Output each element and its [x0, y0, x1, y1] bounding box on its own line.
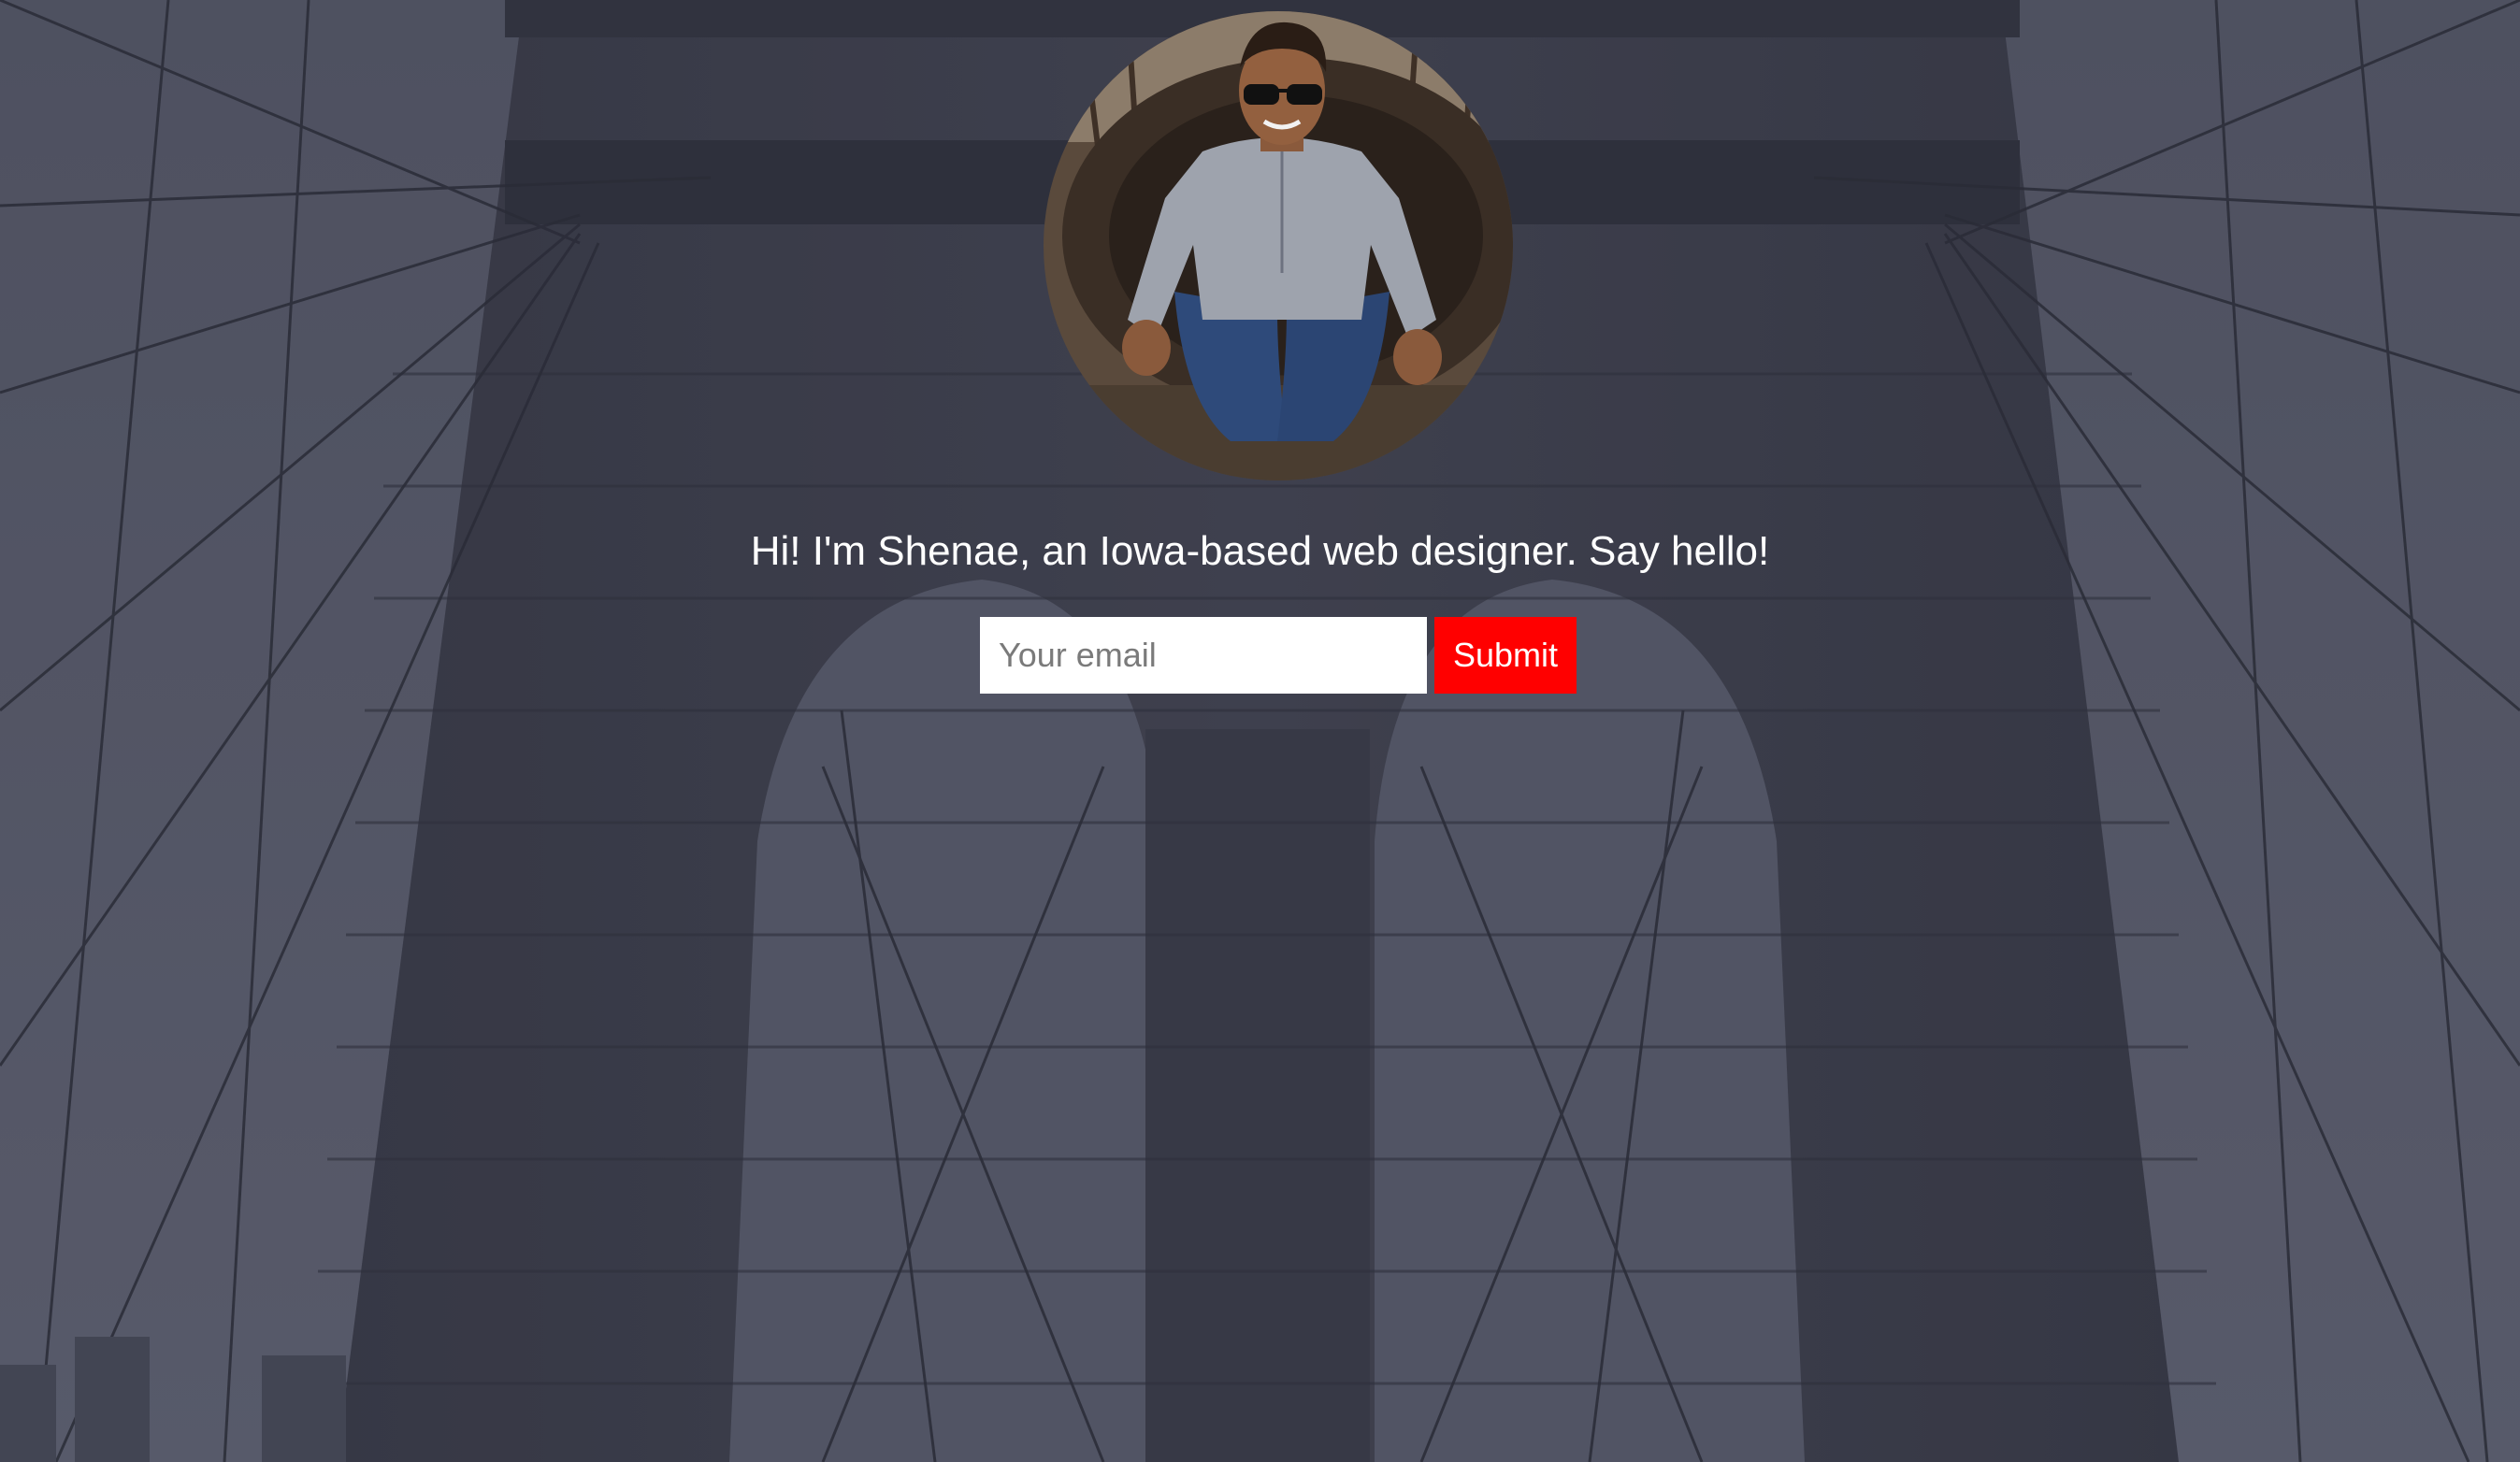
hero-section: Hi! I'm Shenae, an Iowa-based web design… — [0, 0, 2520, 1462]
intro-tagline: Hi! I'm Shenae, an Iowa-based web design… — [750, 528, 1770, 574]
email-field[interactable] — [980, 617, 1427, 694]
submit-button[interactable]: Submit — [1434, 617, 1577, 694]
email-signup-form: Submit — [980, 617, 1577, 694]
profile-avatar — [1044, 11, 1513, 480]
